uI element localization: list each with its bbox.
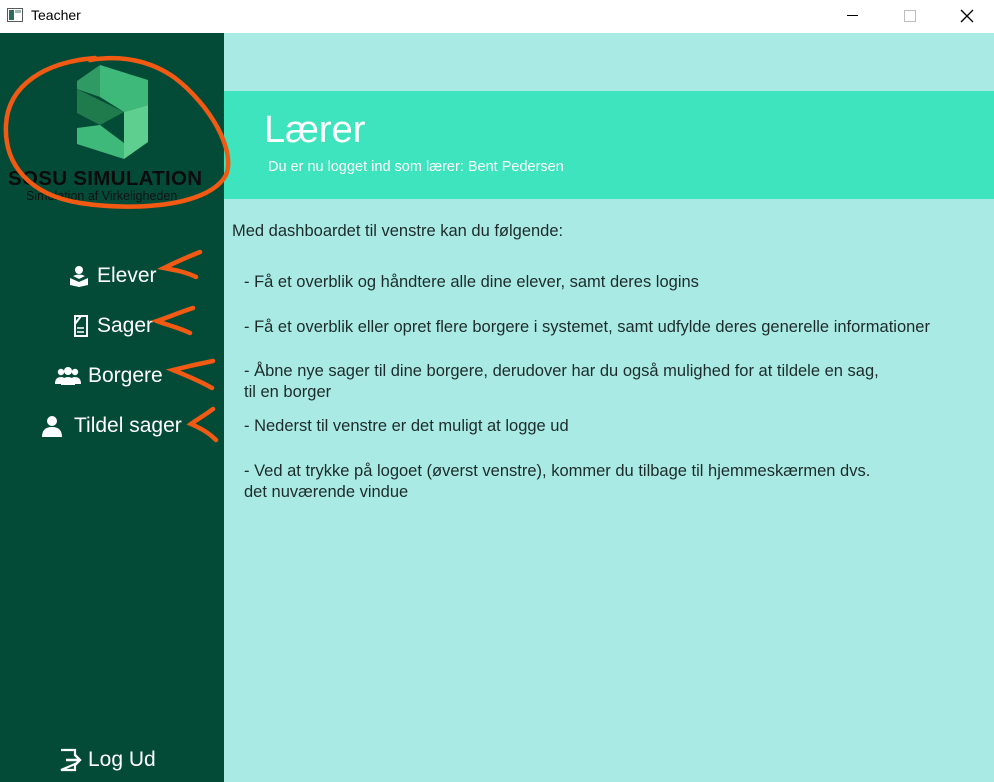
sidebar-item-sager[interactable]: Sager [71, 311, 153, 341]
close-icon [960, 9, 974, 23]
logout-icon [58, 748, 82, 772]
app-icon [7, 8, 23, 22]
logo[interactable]: SOSU SIMULATION Simulation af Virkelighe… [0, 33, 224, 213]
sidebar-item-label: Sager [97, 314, 154, 337]
sidebar-item-elever[interactable]: Elever [67, 261, 157, 291]
sidebar-item-label: Borgere [88, 364, 163, 387]
title-bar: Teacher [0, 0, 994, 33]
logo-mark-icon [77, 65, 148, 159]
logout-label: Log Ud [88, 748, 156, 771]
group-icon [54, 364, 82, 388]
sidebar-item-label: Elever [97, 264, 157, 287]
minimize-button[interactable] [830, 0, 876, 32]
logo-subtitle: Simulation af Virkeligheden [26, 189, 178, 203]
header-banner: Lærer Du er nu logget ind som lærer: Ben… [224, 91, 994, 199]
sidebar-item-tildel-sager[interactable]: Tildel sager [40, 411, 182, 441]
list-item: - Få et overblik og håndtere alle dine e… [244, 273, 699, 291]
page-title: Lærer [264, 109, 366, 151]
student-reading-icon [67, 264, 91, 288]
sidebar-item-borgere[interactable]: Borgere [54, 361, 163, 391]
intro-text: Med dashboardet til venstre kan du følge… [232, 222, 564, 240]
main-content: Lærer Du er nu logget ind som lærer: Ben… [224, 33, 994, 782]
list-item: - Ved at trykke på logoet (øverst venstr… [244, 462, 871, 501]
maximize-button[interactable] [886, 0, 932, 32]
window-title: Teacher [31, 7, 81, 23]
close-button[interactable] [944, 0, 990, 32]
logout-button[interactable]: Log Ud [58, 745, 156, 775]
list-item: - Nederst til venstre er det muligt at l… [244, 417, 569, 435]
document-icon [71, 314, 91, 338]
logo-title: SOSU SIMULATION [8, 167, 203, 190]
sidebar: SOSU SIMULATION Simulation af Virkelighe… [0, 33, 224, 782]
user-icon [40, 414, 64, 438]
list-item: - Få et overblik eller opret flere borge… [244, 318, 930, 336]
list-item: - Åbne nye sager til dine borgere, derud… [244, 362, 879, 401]
sidebar-item-label: Tildel sager [74, 414, 182, 437]
page-subtitle: Du er nu logget ind som lærer: Bent Pede… [268, 159, 564, 175]
